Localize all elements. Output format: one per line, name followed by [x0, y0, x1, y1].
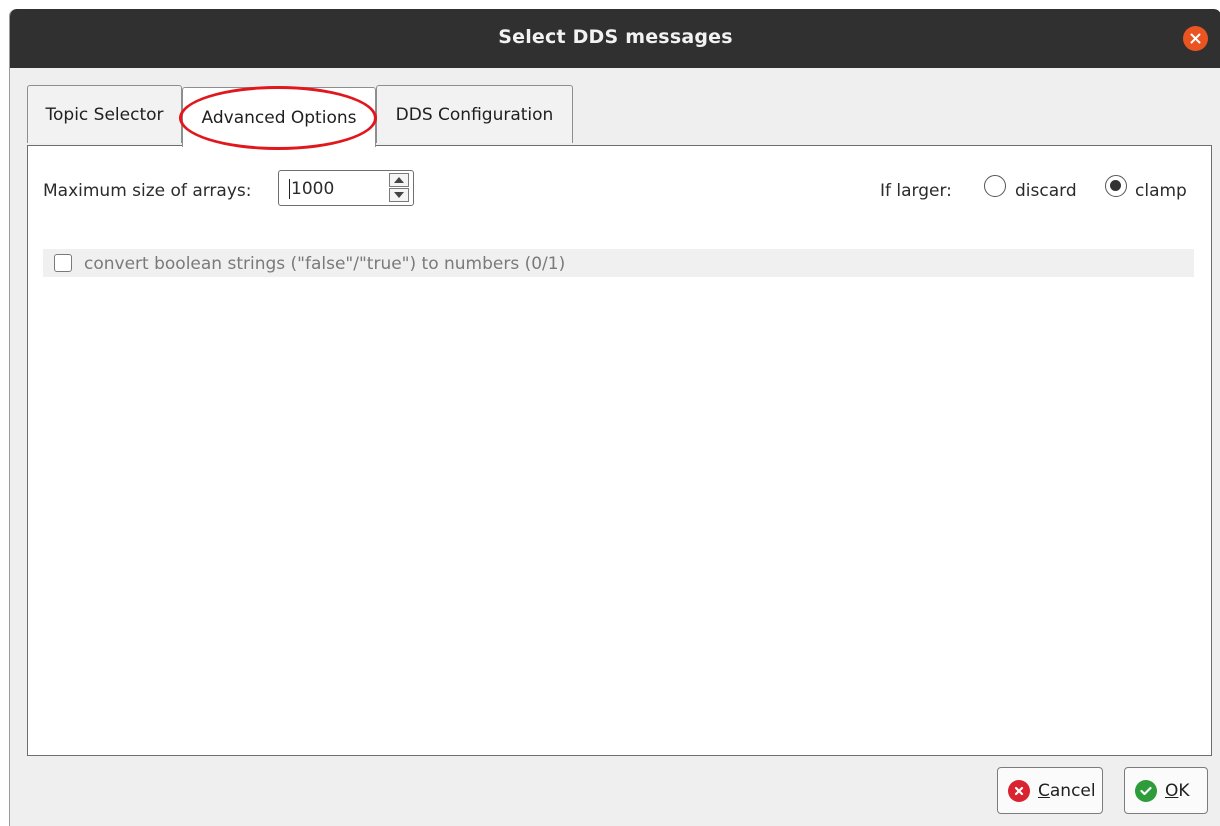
- radio-clamp[interactable]: [1105, 175, 1127, 197]
- tab-label: Advanced Options: [201, 107, 357, 128]
- tab-label: DDS Configuration: [395, 104, 554, 125]
- cancel-button[interactable]: Cancel: [997, 767, 1103, 814]
- titlebar[interactable]: Select DDS messages: [10, 9, 1220, 68]
- arrow-up-icon: [394, 177, 404, 183]
- bool-convert-checkbox[interactable]: [54, 254, 72, 272]
- ok-label: OK: [1165, 780, 1190, 801]
- spin-down-button[interactable]: [389, 188, 409, 202]
- max-array-size-spinbox[interactable]: 1000: [278, 170, 414, 206]
- radio-discard-label[interactable]: discard: [1015, 181, 1077, 201]
- max-array-size-label: Maximum size of arrays:: [43, 181, 252, 201]
- spin-up-button[interactable]: [389, 173, 409, 187]
- advanced-options-panel: Maximum size of arrays: 1000 If larger: …: [27, 145, 1212, 756]
- spin-arrows: [389, 172, 411, 204]
- radio-discard[interactable]: [984, 175, 1006, 197]
- tab-dds-configuration[interactable]: DDS Configuration: [376, 85, 573, 143]
- close-icon: [1190, 33, 1201, 44]
- close-button[interactable]: [1183, 26, 1208, 51]
- radio-clamp-label[interactable]: clamp: [1135, 181, 1187, 201]
- cancel-icon: [1008, 779, 1030, 802]
- tab-label: Topic Selector: [45, 104, 164, 125]
- check-icon: [1135, 779, 1157, 802]
- window-title: Select DDS messages: [498, 26, 733, 48]
- bool-convert-row[interactable]: convert boolean strings ("false"/"true")…: [43, 249, 1194, 277]
- text-caret: [289, 179, 290, 199]
- tab-topic-selector[interactable]: Topic Selector: [27, 85, 182, 143]
- dialog-window: Select DDS messages Topic Selector Advan…: [9, 9, 1220, 826]
- max-array-size-value[interactable]: 1000: [291, 179, 334, 199]
- tab-advanced-options[interactable]: Advanced Options: [179, 86, 377, 150]
- bool-convert-label[interactable]: convert boolean strings ("false"/"true")…: [84, 254, 565, 274]
- if-larger-label: If larger:: [880, 181, 952, 201]
- ok-button[interactable]: OK: [1124, 767, 1208, 814]
- arrow-down-icon: [394, 192, 404, 198]
- cancel-label: Cancel: [1038, 780, 1096, 801]
